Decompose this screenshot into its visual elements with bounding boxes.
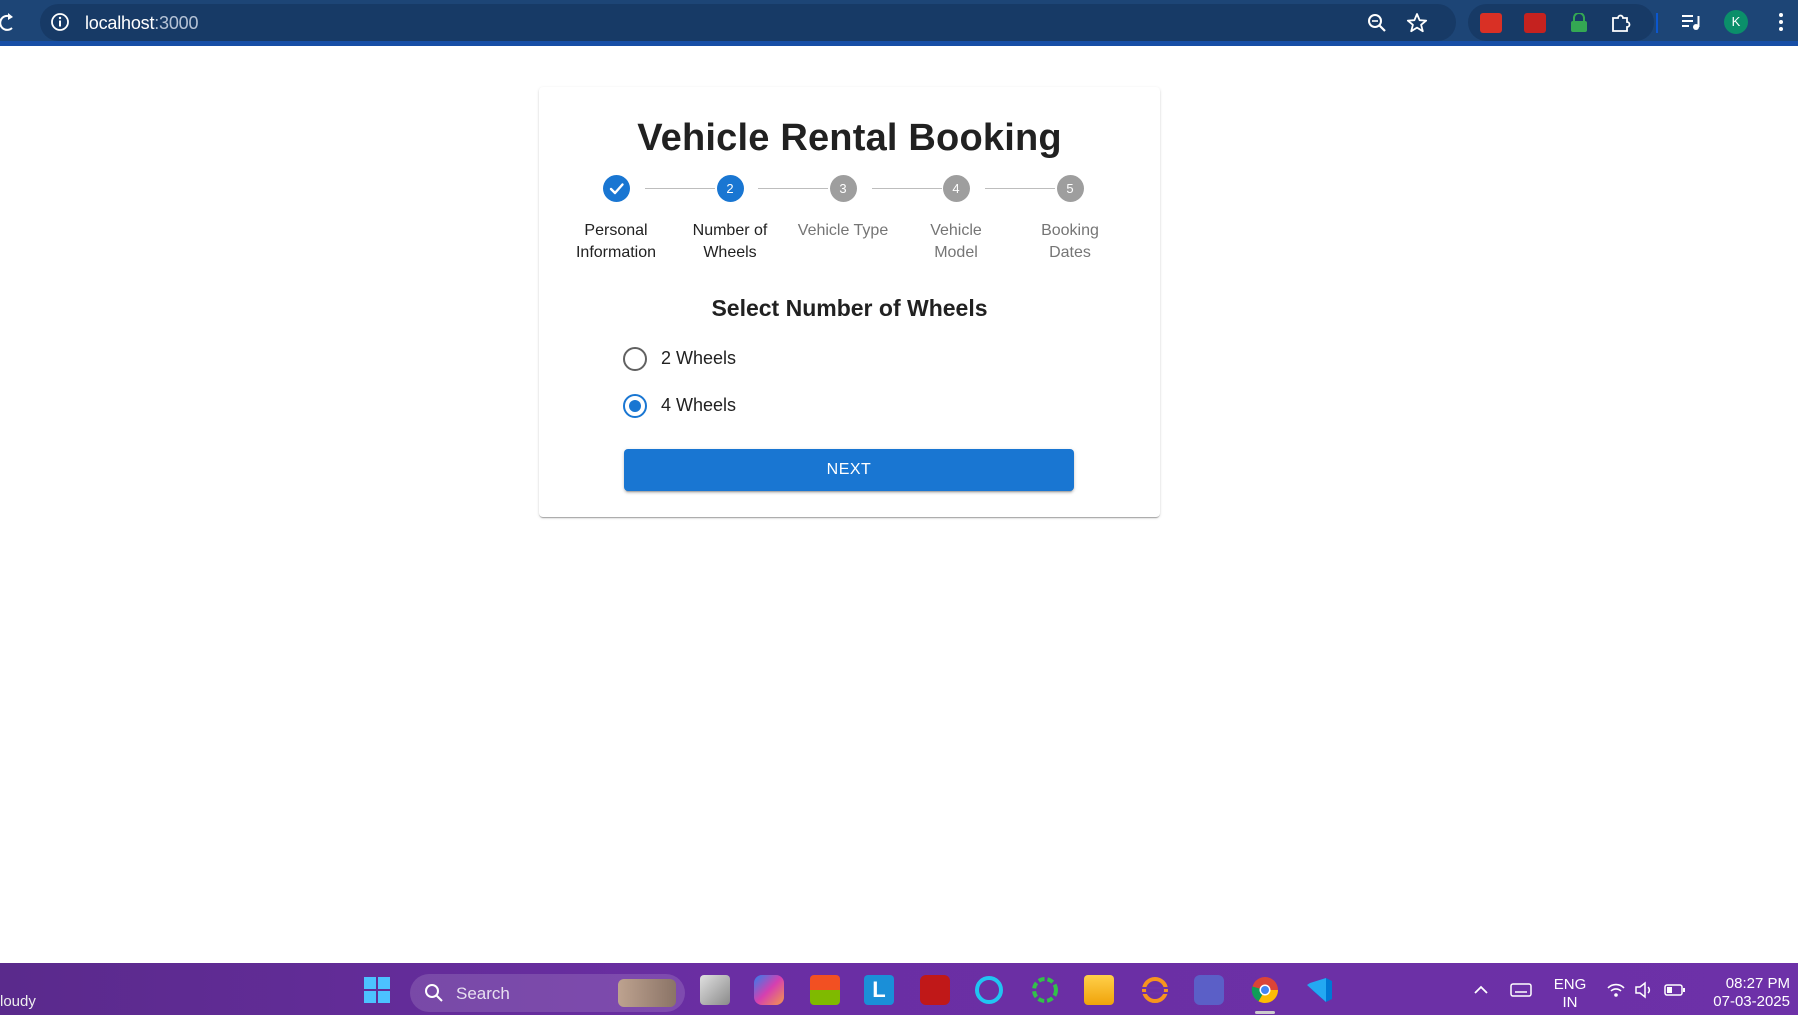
step-label-line: Model [934,244,978,261]
page-title: Vehicle Rental Booking [637,117,1062,159]
extensions-group [1468,4,1654,41]
radio-option-4-wheels[interactable]: 4 Wheels [621,391,761,421]
site-info-icon[interactable] [50,12,70,32]
step-label-line: Personal [584,222,648,239]
wifi-icon[interactable] [1606,981,1626,999]
check-icon [609,183,624,195]
copilot-icon[interactable] [754,975,784,1005]
step-number: 4 [942,175,970,202]
l-app-icon[interactable]: L [864,975,894,1005]
task-view-icon[interactable] [700,975,730,1005]
step-booking-dates: 5 Booking Dates [1013,175,1127,264]
chrome-icon[interactable] [1250,975,1280,1005]
eclipse-icon[interactable] [1140,975,1170,1005]
alexa-icon[interactable] [974,975,1004,1005]
profile-avatar[interactable]: K [1724,10,1748,34]
extension-red-icon[interactable] [1480,13,1502,33]
clock-date: 07-03-2025 [1713,993,1790,1010]
language-line: ENG [1553,976,1587,993]
step-number: 3 [829,175,857,202]
radio-label: 2 Wheels [661,348,737,368]
step-label: Vehicle Type [786,220,900,242]
step-personal-information: Personal Information [559,175,673,264]
radio-button[interactable] [623,347,647,371]
windows-taskbar: loudy Search L ENG IN 08:27 PM 07-03-202… [0,963,1798,1015]
url-host: localhost [85,13,155,33]
windows-start-icon[interactable] [362,975,392,1005]
chevron-up-icon[interactable] [1472,981,1490,999]
radio-button-checked[interactable] [623,394,647,418]
step-label-line: Wheels [703,244,757,261]
volume-icon[interactable] [1634,981,1654,999]
active-app-indicator [1255,1011,1275,1014]
radio-option-2-wheels[interactable]: 2 Wheels [621,344,761,374]
radio-label: 4 Wheels [661,395,737,415]
teams-icon[interactable] [1194,975,1224,1005]
address-bar[interactable]: localhost:3000 [40,4,1456,41]
step-label: Vehicle Model [899,220,1013,264]
language-indicator[interactable]: ENG IN [1552,976,1588,1012]
media-icon[interactable] [1680,11,1702,33]
toolbar-separator [1656,13,1658,33]
bookmark-star-icon[interactable] [1406,12,1428,34]
step-label-line: Information [575,244,657,261]
keyboard-icon[interactable] [1510,981,1532,999]
step-completed-check [602,175,630,202]
step-number-of-wheels: 2 Number of Wheels [673,175,787,264]
adblock-icon[interactable] [1524,13,1546,33]
clock[interactable]: 08:27 PM 07-03-2025 [1700,975,1790,1011]
language-line: IN [1562,994,1578,1011]
step-label-line: Vehicle [930,222,982,239]
step-label: Booking Dates [1013,220,1127,264]
step-number: 5 [1056,175,1084,202]
url-port: :3000 [154,13,199,33]
file-explorer-icon[interactable] [1084,975,1114,1005]
url-text: localhost:3000 [85,13,198,34]
extensions-puzzle-icon[interactable] [1610,13,1632,33]
section-title: Select Number of Wheels [711,295,988,321]
mcafee-icon[interactable] [920,975,950,1005]
taskbar-search[interactable]: Search [410,974,685,1012]
step-label-line: Number of [692,222,768,239]
reload-icon[interactable] [0,12,18,34]
vpn-lock-icon[interactable] [1568,13,1590,33]
step-label: Number of Wheels [673,220,787,264]
step-vehicle-type: 3 Vehicle Type [786,175,900,242]
next-button[interactable]: NEXT [624,449,1074,491]
search-highlight-image [618,979,676,1007]
sync-icon[interactable] [1030,975,1060,1005]
zoom-icon[interactable] [1366,12,1388,34]
clock-time: 08:27 PM [1725,975,1790,992]
kebab-menu-icon[interactable] [1770,11,1792,33]
vscode-icon[interactable] [1304,975,1334,1005]
step-label: Personal Information [559,220,673,264]
step-vehicle-model: 4 Vehicle Model [899,175,1013,264]
step-number: 2 [716,175,744,202]
search-icon [425,984,443,1002]
microsoft-store-icon[interactable] [810,975,840,1005]
search-placeholder: Search [456,984,510,1003]
step-label-line: Booking [1041,222,1099,239]
weather-widget[interactable]: loudy [0,993,36,1010]
browser-toolbar: localhost:3000 K [0,0,1798,46]
step-label-line: Vehicle Type [797,222,889,239]
booking-card: Vehicle Rental Booking Personal Informat… [539,87,1160,517]
step-label-line: Dates [1049,244,1091,261]
battery-icon[interactable] [1664,981,1686,999]
